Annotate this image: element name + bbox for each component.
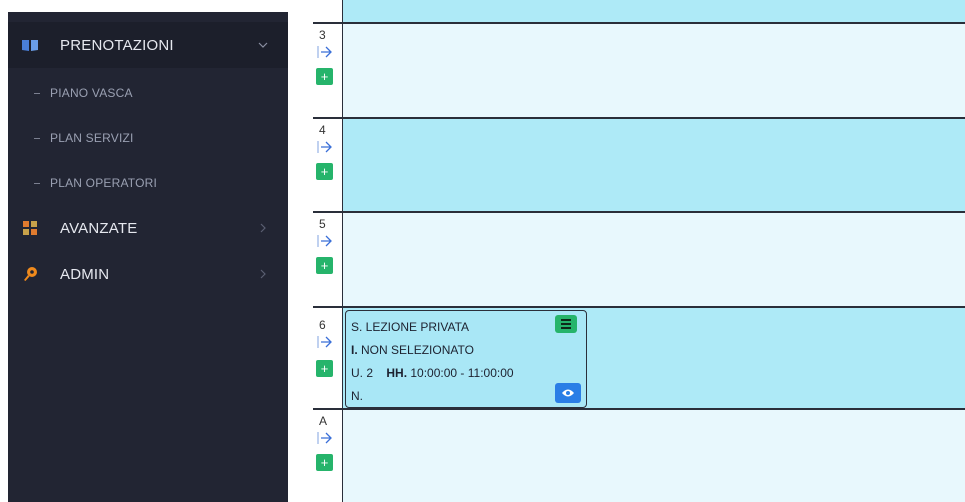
row-header: 3 + [313,24,343,117]
book-icon [20,35,40,55]
add-button[interactable]: + [316,257,333,274]
eye-icon [562,389,574,397]
sidebar-subitem-plan-servizi[interactable]: PLAN SERVIZI [8,115,288,161]
row-lane[interactable] [343,24,965,117]
row-header: 6 + [313,308,343,408]
sidebar-item-label: AVANZATE [60,219,138,237]
booking-units: U. 2 [351,366,374,380]
row-header: 5 + [313,213,343,306]
sidebar-subitem-label: PIANO VASCA [50,86,133,100]
menu-button[interactable] [555,315,577,333]
sidebar-subitem-label: PLAN OPERATORI [50,176,158,190]
table-row: 3 + [313,22,965,117]
schedule-grid: 3 + 4 + 5 + 6 + S. LEZIONE PRIVATA I. NO… [313,0,965,502]
table-row [313,0,965,22]
row-label: A [319,414,328,428]
row-lane[interactable] [343,119,965,211]
booking-service: S. LEZIONE PRIVATA [351,320,470,334]
sidebar-item-label: ADMIN [60,265,110,283]
add-button[interactable]: + [316,163,333,180]
row-lane[interactable] [343,213,965,306]
booking-units-hours: U. 2 HH. 10:00:00 - 11:00:00 [351,366,514,380]
booking-card[interactable]: S. LEZIONE PRIVATA I. NON SELEZIONATO U.… [345,310,587,408]
move-arrow-icon[interactable] [316,233,334,249]
sidebar: PRENOTAZIONI PIANO VASCA PLAN SERVIZI PL… [8,12,288,502]
dash-icon [34,92,40,94]
row-lane[interactable] [343,410,965,502]
hours-prefix: HH. [386,366,408,380]
page: PRENOTAZIONI PIANO VASCA PLAN SERVIZI PL… [0,0,965,502]
sidebar-item-prenotazioni[interactable]: PRENOTAZIONI [8,22,288,68]
move-arrow-icon[interactable] [316,430,334,446]
sidebar-subitem-piano-vasca[interactable]: PIANO VASCA [8,70,288,116]
booking-notes: N. [351,389,363,403]
grid-icon [20,218,40,238]
table-row: 5 + [313,211,965,306]
view-button[interactable] [555,383,581,403]
table-row: 4 + [313,117,965,211]
move-arrow-icon[interactable] [316,44,334,60]
dash-icon [34,182,40,184]
move-arrow-icon[interactable] [316,139,334,155]
sidebar-item-avanzate[interactable]: AVANZATE [8,205,288,251]
chevron-right-icon [256,267,270,281]
instructor-prefix: I. [351,343,358,357]
chevron-down-icon [256,38,270,52]
sidebar-item-admin[interactable]: ADMIN [8,251,288,297]
row-header: 4 + [313,119,343,211]
instructor-value: NON SELEZIONATO [361,343,474,357]
table-row: 6 + S. LEZIONE PRIVATA I. NON SELEZIONAT… [313,306,965,408]
booking-hours: 10:00:00 - 11:00:00 [410,366,514,380]
dash-icon [34,137,40,139]
row-label: 4 [319,123,326,137]
chevron-right-icon [256,221,270,235]
booking-instructor: I. NON SELEZIONATO [351,343,474,357]
move-arrow-icon[interactable] [316,334,334,350]
row-label: 5 [319,217,326,231]
row-label: 6 [319,318,326,332]
row-header: A + [313,410,343,502]
menu-icon-bar [561,319,571,321]
add-button[interactable]: + [316,360,333,377]
menu-icon-bar [561,327,571,329]
table-row: A + [313,408,965,502]
menu-icon-bar [561,323,571,325]
add-button[interactable]: + [316,68,333,85]
sidebar-item-label: PRENOTAZIONI [60,36,174,54]
row-label: 3 [319,28,326,42]
sidebar-subitem-plan-operatori[interactable]: PLAN OPERATORI [8,160,288,206]
add-button[interactable]: + [316,454,333,471]
row-header [313,0,343,22]
sidebar-subitem-label: PLAN SERVIZI [50,131,134,145]
row-lane[interactable] [343,0,965,22]
key-icon [20,264,40,284]
